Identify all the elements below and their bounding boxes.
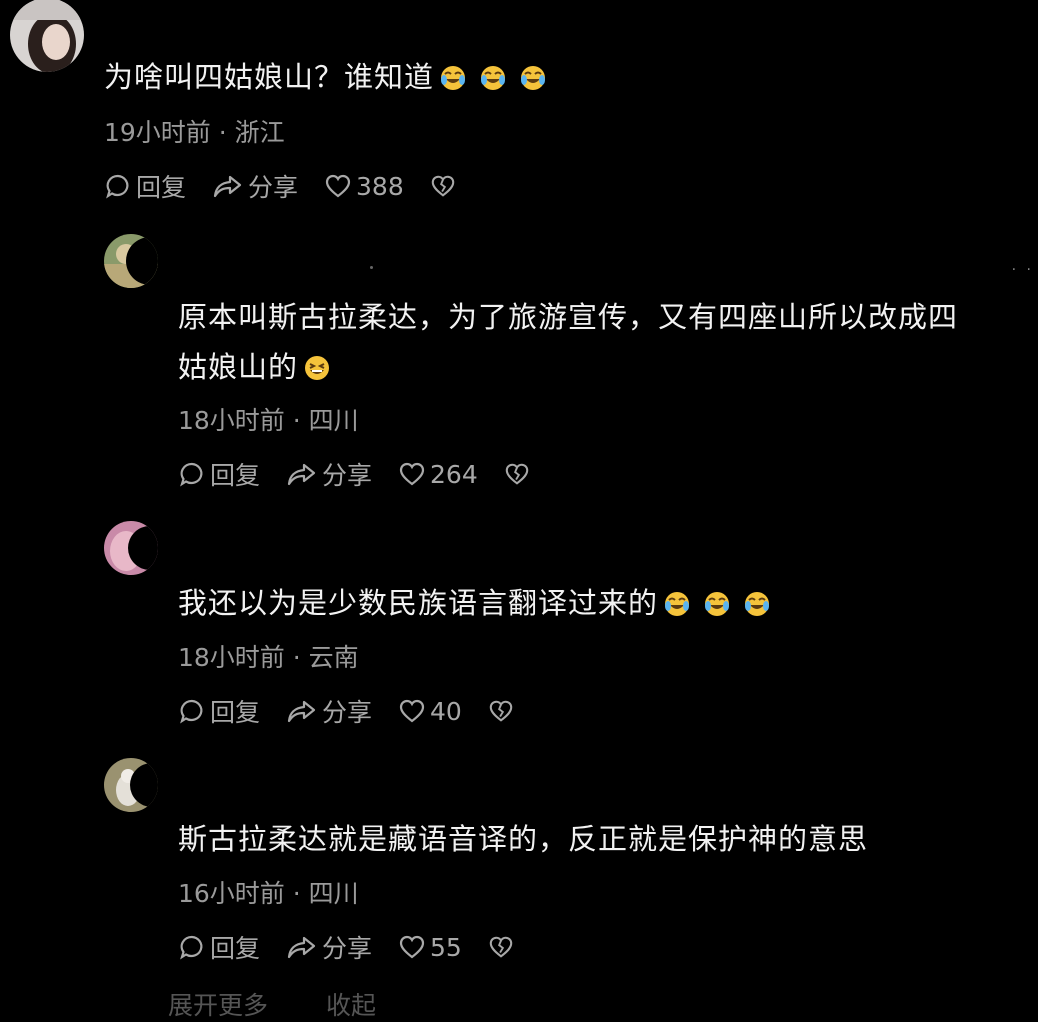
comment-text: 斯古拉柔达就是藏语音译的，反正就是保护神的意思 [178,822,869,856]
comment-meta: 18小时前 · 云南 [178,643,359,672]
laugh-cry-emoji [441,66,466,90]
comment-actions: 回复 分享 264 [178,456,560,492]
like-button[interactable]: 40 [398,697,462,726]
avatar[interactable] [104,758,158,812]
reply-button[interactable]: 回复 [178,929,260,965]
like-button[interactable]: 388 [324,172,404,201]
share-button[interactable]: 分享 [212,168,298,204]
reply-button[interactable]: 回复 [104,168,186,204]
share-arrow-icon [287,463,316,486]
reply-bubble-icon [106,174,129,199]
dislike-button[interactable] [504,461,534,487]
like-button[interactable]: 55 [398,933,462,962]
share-button[interactable]: 分享 [286,693,372,729]
avatar[interactable] [10,0,84,72]
comment-text: 为啥叫四姑娘山？谁知道 [104,50,546,104]
comment-footer: 展开更多 收起 [168,986,426,1022]
comment-actions: 回复 分享 388 [104,168,486,204]
reply-button[interactable]: 回复 [178,693,260,729]
comment-actions: 回复 分享 55 [178,929,544,965]
comment-actions: 回复 分享 40 [178,693,544,729]
avatar[interactable] [104,234,158,288]
laugh-cry-emoji [745,592,770,616]
dislike-button[interactable] [488,934,518,960]
broken-heart-icon [489,936,513,958]
expand-more-link[interactable]: 展开更多 [168,991,268,1020]
laugh-cry-emoji [521,66,546,90]
heart-icon [399,462,425,486]
laugh-cry-emoji [705,592,730,616]
dislike-button[interactable] [430,173,460,199]
heart-icon [399,935,425,959]
broken-heart-icon [505,463,528,485]
like-button[interactable]: 264 [398,460,478,489]
grin-emoji [305,356,330,380]
comment-meta: 19小时前 · 浙江 [104,118,285,147]
more-options-icon[interactable]: · · [1012,262,1034,278]
laugh-cry-emoji [481,66,506,90]
heart-icon [399,699,425,723]
comment-meta: 16小时前 · 四川 [178,879,359,908]
share-arrow-icon [213,175,242,198]
reply-bubble-icon [180,699,203,724]
comment-meta: 18小时前 · 四川 [178,406,359,435]
share-arrow-icon [287,936,316,959]
reply-button[interactable]: 回复 [178,456,260,492]
broken-heart-icon [431,175,454,197]
decorative-dot [370,266,373,269]
collapse-link[interactable]: 收起 [326,991,376,1020]
heart-icon [325,174,351,198]
comment-text: 我还以为是少数民族语言翻译过来的 [178,576,770,630]
reply-bubble-icon [180,935,203,960]
share-button[interactable]: 分享 [286,929,372,965]
share-button[interactable]: 分享 [286,456,372,492]
comment-text-line-1: 原本叫斯古拉柔达，为了旅游宣传，又有四座山所以改成四 [178,300,959,334]
reply-bubble-icon [180,462,203,487]
broken-heart-icon [489,700,513,722]
laugh-cry-emoji [665,592,690,616]
share-arrow-icon [287,700,316,723]
comment-text-line-2: 姑娘山的 [178,340,330,394]
avatar[interactable] [104,521,158,575]
dislike-button[interactable] [488,698,518,724]
